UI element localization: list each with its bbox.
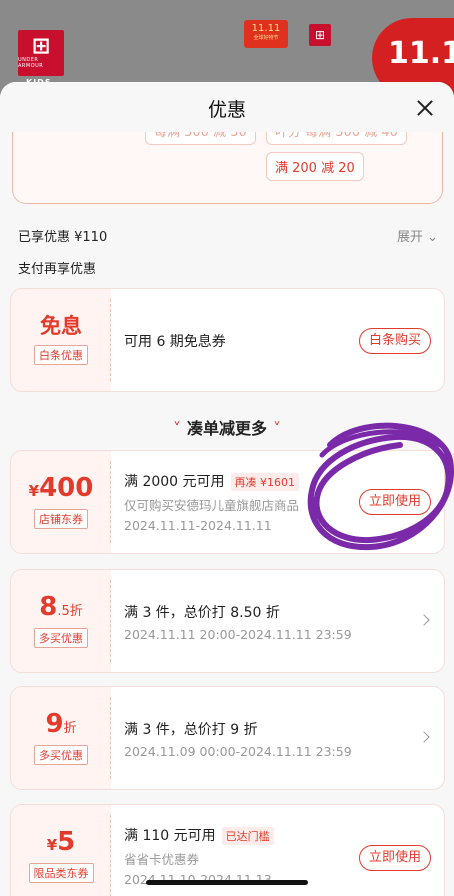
coupon-tag: 多买优惠 bbox=[34, 745, 88, 765]
coupon-left: ¥400 店铺东券 bbox=[11, 451, 111, 553]
coupon-card[interactable]: 8.5折 多买优惠 满 3 件，总价打 8.50 折 2024.11.11 20… bbox=[10, 569, 445, 673]
coupon-title: 满 3 件，总价打 8.50 折 bbox=[124, 605, 280, 621]
coupon-tag: 多买优惠 bbox=[34, 628, 88, 648]
chevron-right-icon[interactable] bbox=[418, 614, 430, 626]
status-badge: 再凑 ¥1601 bbox=[230, 473, 300, 491]
double-eleven-badge: 11.11 全球好物节 bbox=[244, 20, 288, 48]
interest-free-card: 免息 白条优惠 可用 6 期免息券 白条购买 bbox=[10, 288, 445, 392]
coupon-tag: 白条优惠 bbox=[34, 344, 88, 365]
use-now-button[interactable]: 立即使用 bbox=[359, 845, 431, 871]
coupon-card[interactable]: ¥400 店铺东券 满 2000 元可用 再凑 ¥1601 仅可购买安德玛儿童旗舰… bbox=[10, 450, 445, 554]
pay-more-label: 支付再享优惠 bbox=[18, 262, 97, 277]
chevron-right-icon[interactable] bbox=[418, 731, 430, 743]
section-title: ˅ 凑单减更多 ˅ bbox=[172, 419, 281, 438]
coupon-left: ¥5 限品类东券 bbox=[11, 805, 111, 896]
discount-sheet: 优惠 每满 300 减 30 叶分 每满 300 减 40 满 200 减 20… bbox=[0, 82, 454, 896]
home-indicator bbox=[146, 880, 308, 885]
sheet-title: 优惠 bbox=[207, 99, 246, 121]
right-decoration-icon: ˅ bbox=[273, 419, 281, 438]
coupon-tag: 限品类东券 bbox=[28, 863, 94, 883]
status-badge: 已达门槛 bbox=[221, 827, 274, 845]
coupon-title: 满 3 件，总价打 9 折 bbox=[124, 722, 258, 738]
coupon-subtitle: 仅可购买安德玛儿童旗舰店商品 bbox=[124, 498, 300, 513]
use-now-button[interactable]: 立即使用 bbox=[359, 489, 431, 515]
coupon-card[interactable]: 9折 多买优惠 满 3 件，总价打 9 折 2024.11.09 00:00-2… bbox=[10, 686, 445, 790]
sheet-header: 优惠 bbox=[0, 82, 454, 132]
coupon-left: 8.5折 多买优惠 bbox=[11, 570, 111, 672]
coupon-title: 满 110 元可用 已达门槛 bbox=[124, 825, 274, 845]
brand-mini-logo: ⊞ bbox=[309, 24, 331, 46]
applied-promotions-box: 每满 300 减 30 叶分 每满 300 减 40 满 200 减 20 bbox=[12, 116, 443, 204]
coupon-title: 满 2000 元可用 再凑 ¥1601 bbox=[124, 471, 300, 491]
coupon-title: 可用 6 期免息券 bbox=[124, 334, 226, 350]
coupon-left: 免息 白条优惠 bbox=[11, 289, 111, 391]
brand-logo: ⊞ UNDER ARMOUR bbox=[18, 30, 64, 76]
close-icon[interactable] bbox=[416, 99, 434, 117]
enjoyed-discount-label: 已享优惠 ¥110 bbox=[18, 230, 108, 245]
baitiao-buy-button[interactable]: 白条购买 bbox=[359, 328, 431, 354]
coupon-left: 9折 多买优惠 bbox=[11, 687, 111, 789]
coupon-validity: 2024.11.11 20:00-2024.11.11 23:59 bbox=[124, 627, 352, 642]
coupon-validity: 2024.11.09 00:00-2024.11.11 23:59 bbox=[124, 744, 352, 759]
coupon-tag: 店铺东券 bbox=[34, 509, 88, 529]
promo-chip: 满 200 减 20 bbox=[266, 152, 364, 181]
coupon-validity: 2024.11.11-2024.11.11 bbox=[124, 518, 272, 533]
left-decoration-icon: ˅ bbox=[172, 419, 181, 438]
coupon-subtitle: 省省卡优惠券 bbox=[124, 852, 200, 867]
chevron-down-icon: ⌄ bbox=[427, 230, 438, 245]
expand-toggle[interactable]: 展开 ⌄ bbox=[397, 226, 438, 245]
